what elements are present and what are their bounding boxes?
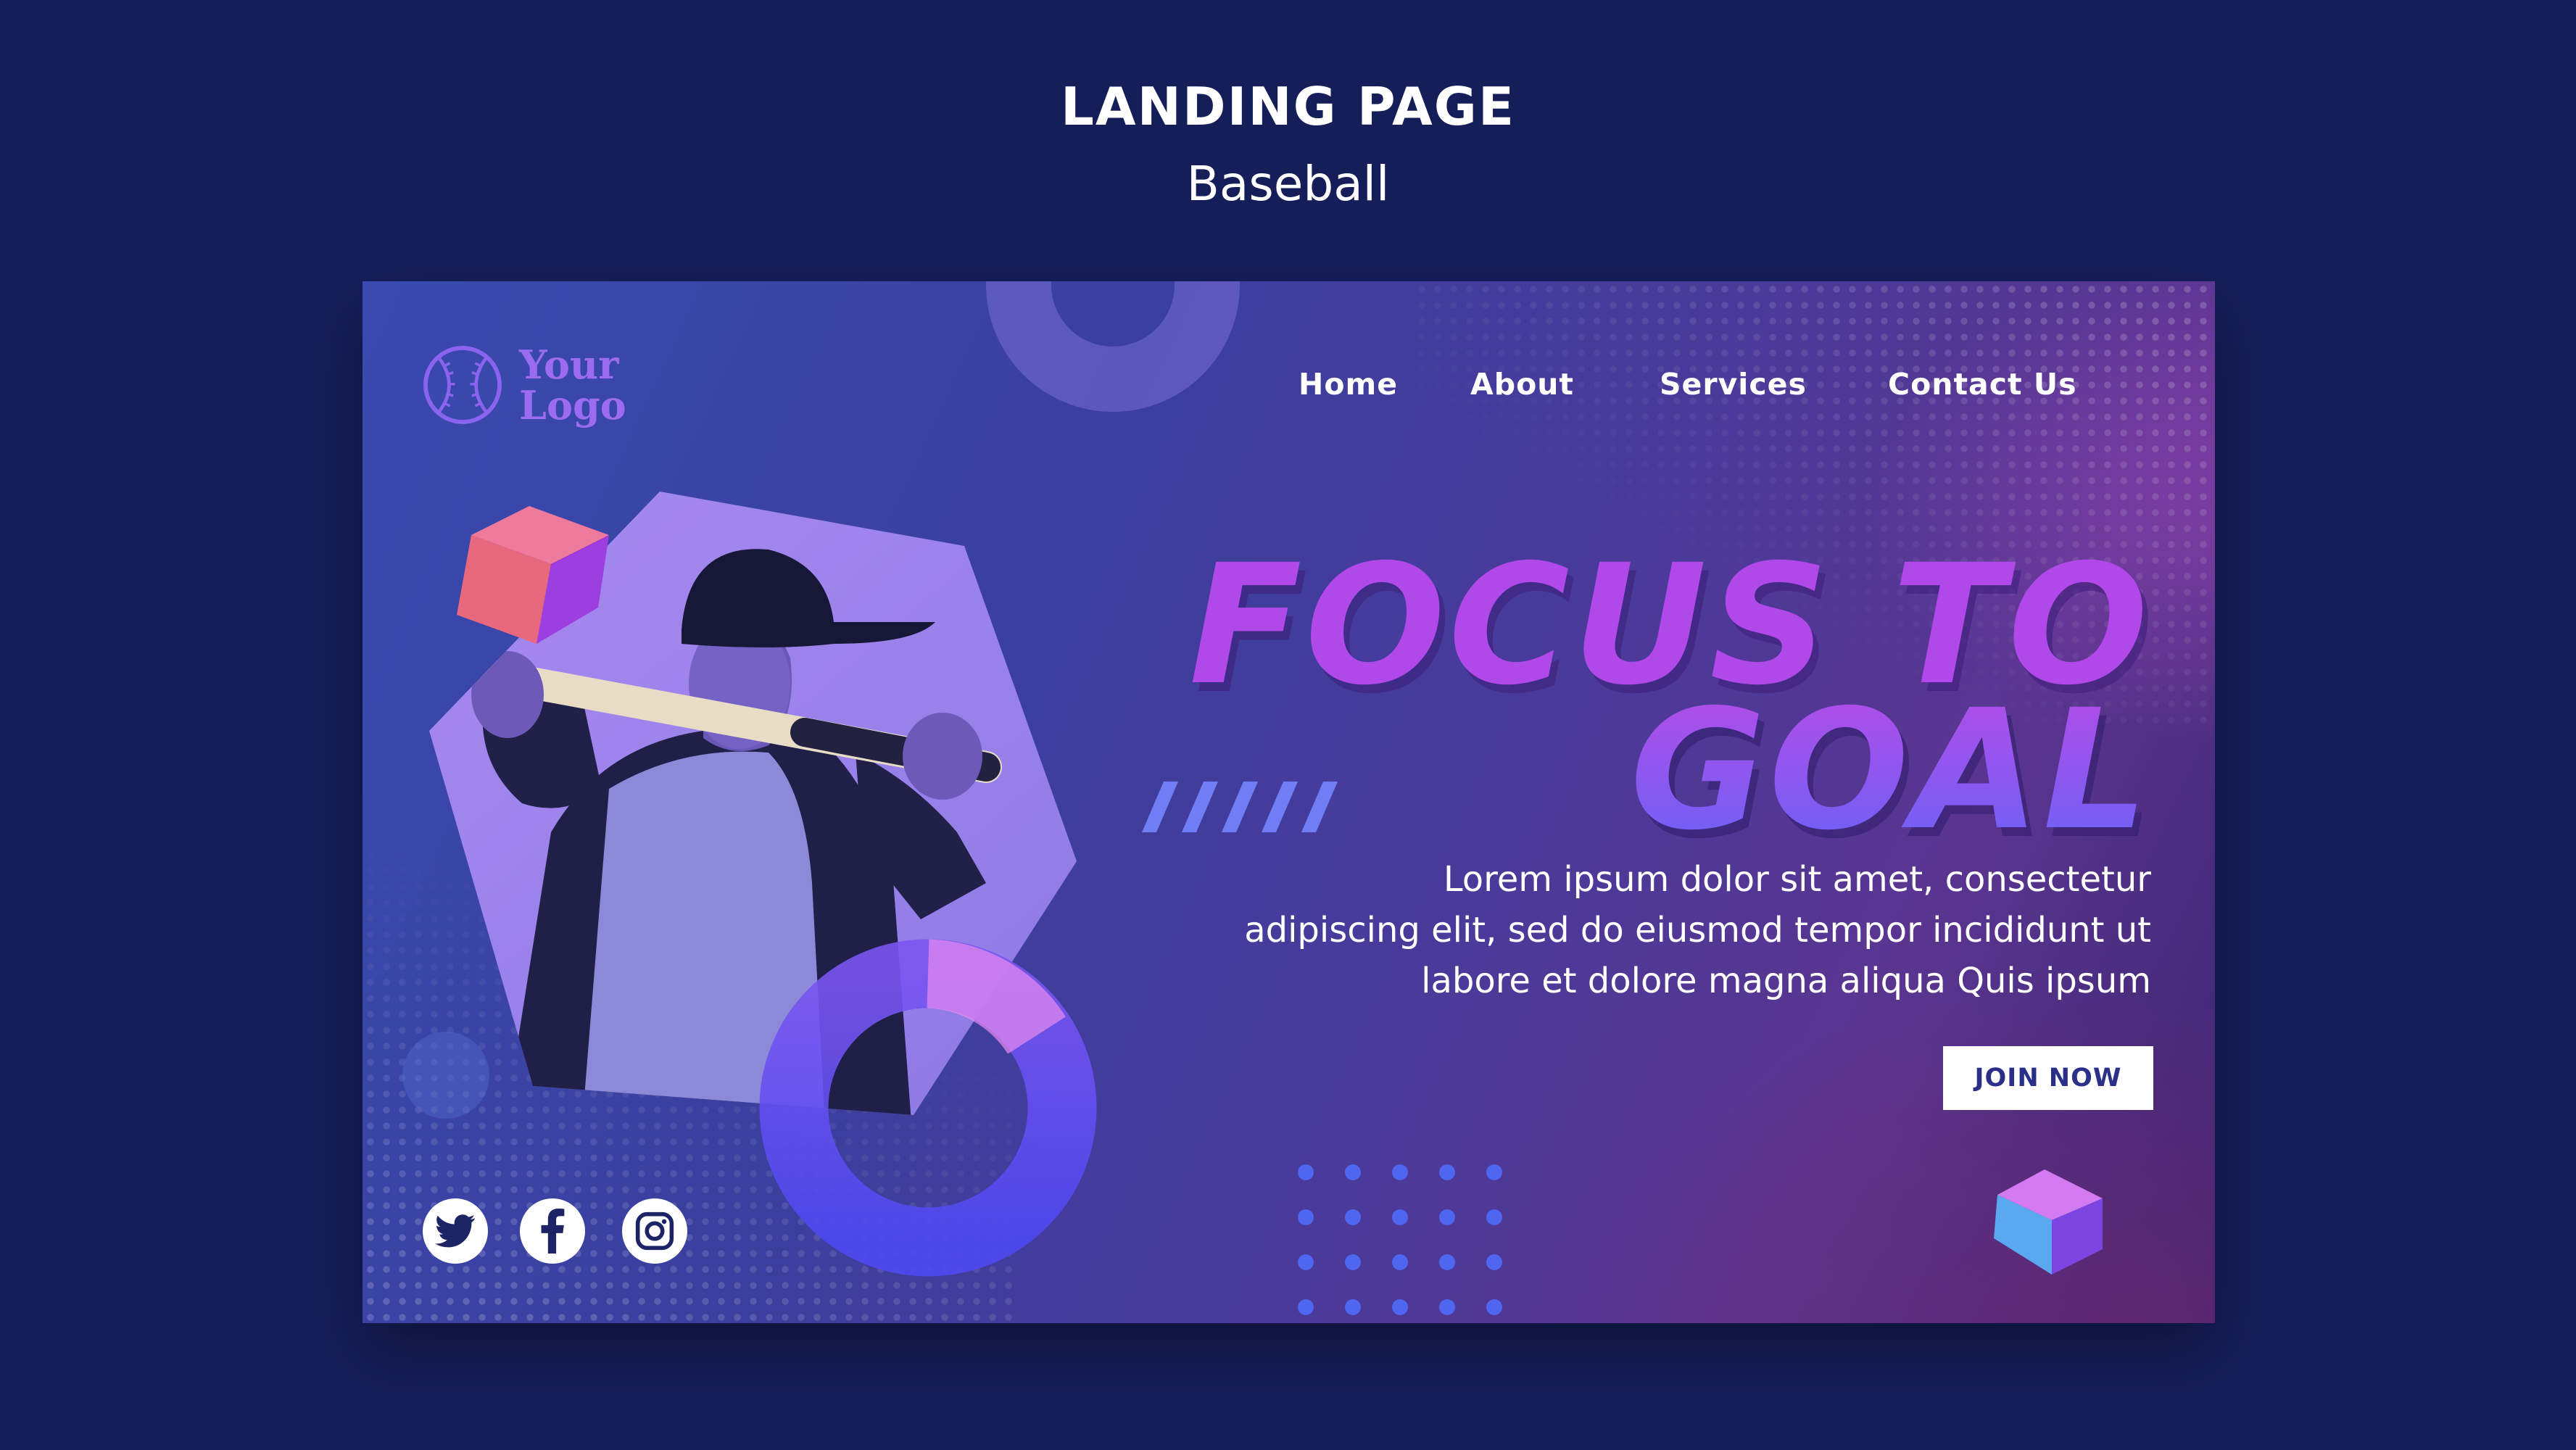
nav-contact-us[interactable]: Contact Us [1888,367,2077,402]
logo-text: Your Logo [519,344,626,426]
grid-dot [1345,1209,1361,1225]
join-now-button[interactable]: JOIN NOW [1943,1046,2153,1110]
grid-dot [1439,1209,1455,1225]
grid-dot [1486,1209,1502,1225]
hero-headline-line-2: GOAL [1630,674,2151,866]
grid-dot [1439,1254,1455,1270]
twitter-icon [435,1214,476,1248]
grid-dot [1298,1164,1314,1180]
instagram-link[interactable] [622,1198,687,1264]
grid-dot [1486,1254,1502,1270]
logo-line-2: Logo [519,382,626,428]
hero-description-line: labore et dolore magna aliqua Quis ipsum [1421,961,2151,1001]
grid-dot [1345,1164,1361,1180]
nav-services[interactable]: Services [1660,367,1807,402]
cube-decoration-blue [1994,1169,2103,1275]
logo[interactable]: Your Logo [421,343,626,427]
hero-description: Lorem ipsum dolor sit amet, consectetur … [1172,854,2151,1006]
decorative-ring-top [986,281,1240,412]
facebook-link[interactable] [520,1198,585,1264]
hero-description-line: Lorem ipsum dolor sit amet, consectetur [1443,859,2151,900]
page-subtitle: Baseball [1186,156,1390,212]
grid-dot [1345,1299,1361,1315]
nav-about[interactable]: About [1470,367,1574,402]
logo-line-1: Your [519,341,619,388]
cube-decoration-pink [457,506,609,644]
baseball-icon [423,346,502,424]
page-title: LANDING PAGE [1061,76,1515,137]
grid-dot [1392,1254,1408,1270]
landing-page-mockup: Your Logo Home About Services Contact Us [363,281,2215,1323]
grid-dot [1298,1209,1314,1225]
grid-dot [1486,1299,1502,1315]
instagram-icon [635,1211,674,1251]
grid-dot [1486,1164,1502,1180]
grid-dot [1439,1299,1455,1315]
grid-dot [1298,1299,1314,1315]
stripes-decoration [1142,782,1338,832]
hero-description-line: adipiscing elit, sed do eiusmod tempor i… [1244,910,2151,950]
grid-dot [1439,1164,1455,1180]
facebook-icon [541,1209,565,1254]
nav-home[interactable]: Home [1299,367,1398,402]
grid-dot [1298,1254,1314,1270]
grid-dot [1392,1299,1408,1315]
grid-dot [1392,1164,1408,1180]
twitter-link[interactable] [423,1198,488,1264]
grid-dot [1345,1254,1361,1270]
grid-dot [1392,1209,1408,1225]
page: LANDING PAGE Baseball Your Logo Home Abo… [0,0,2576,1450]
